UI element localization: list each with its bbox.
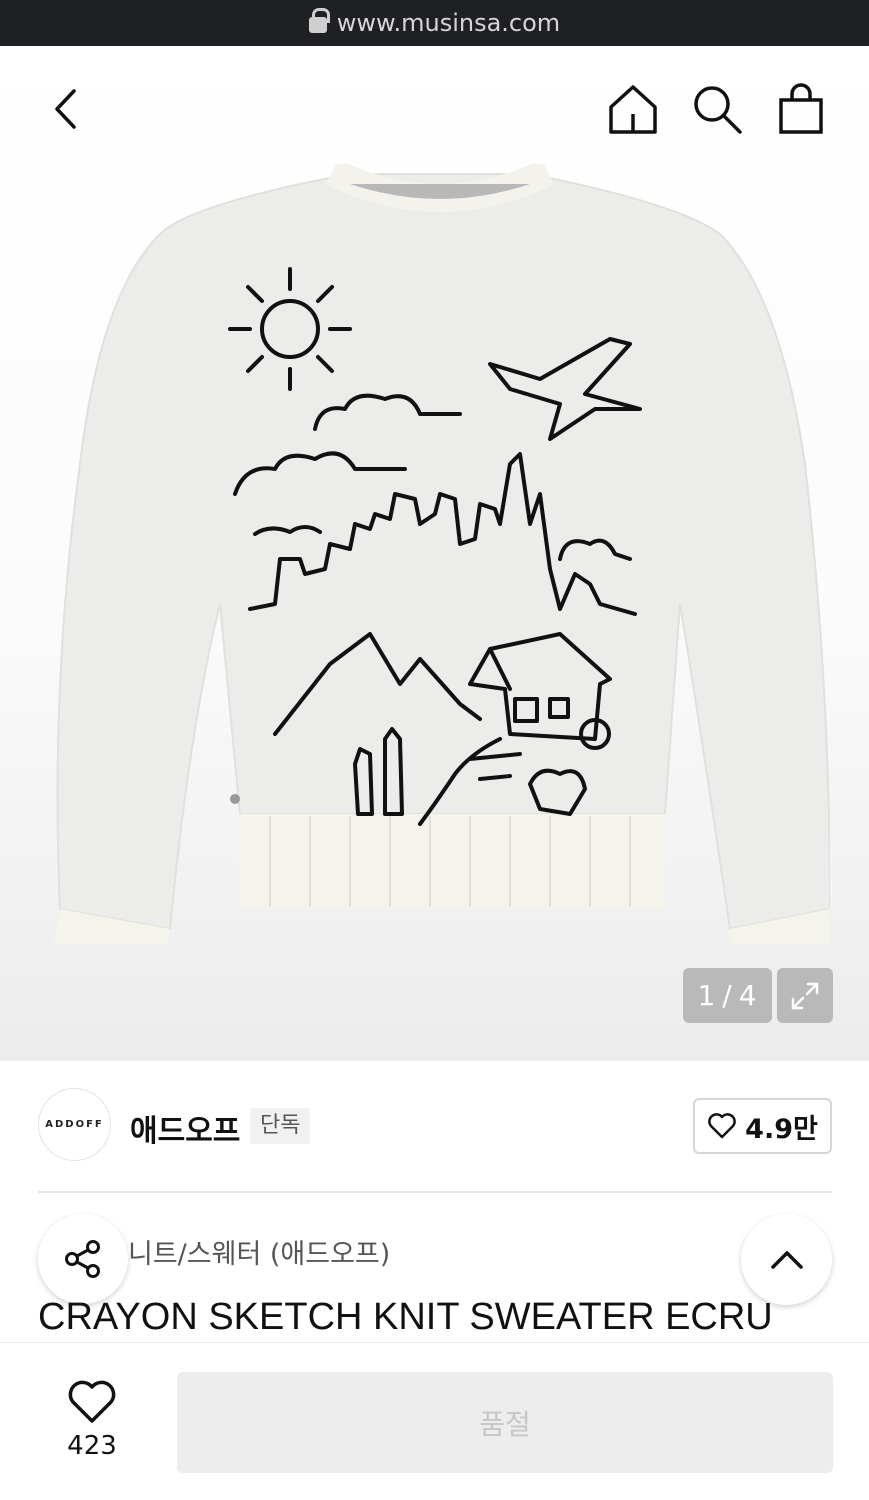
bottom-action-bar: 423 품절 <box>0 1342 869 1500</box>
product-image[interactable] <box>40 164 830 944</box>
product-title: CRAYON SKETCH KNIT SWEATER ECRU <box>38 1296 773 1338</box>
scroll-top-button[interactable] <box>741 1214 832 1305</box>
brand-row: ADDOFF 애드오프 단독 4.9만 <box>38 1088 832 1164</box>
image-counter: 1 / 4 <box>683 968 772 1023</box>
search-button[interactable] <box>688 80 746 138</box>
expand-icon <box>791 982 819 1009</box>
brand-logo[interactable]: ADDOFF <box>38 1088 111 1161</box>
heart-icon <box>68 1380 116 1423</box>
share-button[interactable] <box>38 1214 128 1304</box>
brand-like-button[interactable]: 4.9만 <box>693 1098 832 1154</box>
divider <box>38 1191 832 1193</box>
sold-out-button: 품절 <box>177 1372 833 1473</box>
browser-url-bar[interactable]: www.musinsa.com <box>0 0 869 46</box>
chevron-up-icon <box>770 1250 803 1269</box>
chevron-left-icon <box>55 89 76 129</box>
brand-logo-text: ADDOFF <box>45 1119 104 1130</box>
url-text: www.musinsa.com <box>336 9 561 37</box>
cart-button[interactable] <box>772 80 830 138</box>
shopping-bag-icon <box>779 83 823 134</box>
home-button[interactable] <box>604 80 662 138</box>
expand-button[interactable] <box>777 968 833 1023</box>
product-category[interactable]: 니트/스웨터 (애드오프) <box>128 1232 390 1271</box>
image-counter-separator: / <box>722 979 733 1012</box>
heart-icon <box>708 1113 736 1139</box>
share-icon <box>65 1240 100 1278</box>
image-counter-current: 1 <box>697 979 717 1012</box>
brand-name[interactable]: 애드오프 <box>130 1106 240 1150</box>
search-icon <box>694 86 742 134</box>
exclusive-badge: 단독 <box>250 1108 311 1144</box>
home-icon <box>609 85 657 134</box>
product-gallery[interactable]: 1 / 4 <box>0 46 869 1061</box>
wish-count: 423 <box>67 1431 117 1461</box>
wish-button[interactable]: 423 <box>52 1379 132 1461</box>
lock-icon <box>308 8 330 33</box>
brand-like-count: 4.9만 <box>745 1113 818 1145</box>
back-button[interactable] <box>40 82 94 136</box>
image-counter-total: 4 <box>738 979 758 1012</box>
